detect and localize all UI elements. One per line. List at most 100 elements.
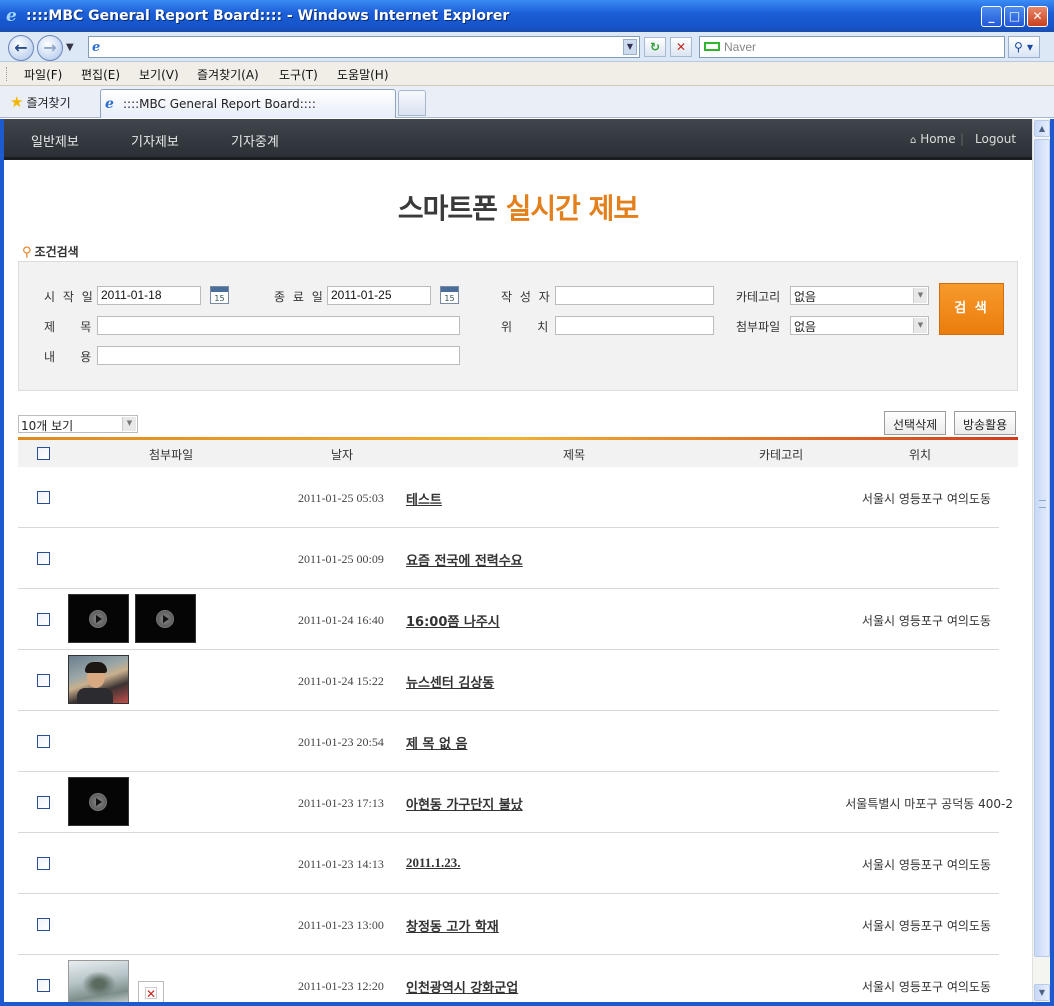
menu-bar: 파일(F) 편집(E) 보기(V) 즐겨찾기(A) 도구(T) 도움말(H) bbox=[0, 62, 1054, 86]
home-label: Home bbox=[920, 132, 956, 146]
header-date: 날자 bbox=[331, 448, 354, 462]
row-title-link[interactable]: 뉴스센터 김상동 bbox=[406, 672, 494, 691]
row-date: 2011-01-23 13:00 bbox=[298, 918, 384, 932]
row-checkbox[interactable] bbox=[37, 674, 50, 687]
content-input[interactable] bbox=[97, 346, 460, 365]
refresh-icon: ↻ bbox=[649, 40, 661, 54]
toolbar-grip bbox=[6, 67, 9, 81]
minimize-button[interactable]: _ bbox=[981, 6, 1002, 27]
broken-image[interactable]: ✕ bbox=[138, 981, 164, 1002]
photo-shirt bbox=[77, 688, 113, 704]
row-checkbox[interactable] bbox=[37, 491, 50, 504]
select-all-checkbox[interactable] bbox=[37, 447, 50, 460]
page-title-main: 스마트폰 bbox=[397, 192, 506, 225]
menu-help[interactable]: 도움말(H) bbox=[337, 66, 389, 83]
start-date-input[interactable]: 2011-01-18 bbox=[97, 286, 201, 305]
close-button[interactable]: ✕ bbox=[1027, 6, 1048, 27]
scroll-thumb[interactable] bbox=[1034, 139, 1050, 957]
row-checkbox[interactable] bbox=[37, 796, 50, 809]
video-thumbnail[interactable] bbox=[68, 777, 129, 826]
end-date-label: 종 료 일 bbox=[274, 290, 325, 304]
delete-selected-button[interactable]: 선택삭제 bbox=[884, 411, 947, 435]
row-title-link[interactable]: 제 목 없 음 bbox=[406, 733, 467, 752]
row-checkbox[interactable] bbox=[37, 918, 50, 931]
row-date: 2011-01-23 12:20 bbox=[298, 979, 384, 993]
tab-current[interactable]: e ::::MBC General Report Board:::: bbox=[100, 89, 396, 118]
menu-edit[interactable]: 편집(E) bbox=[81, 66, 120, 83]
page-icon: e bbox=[92, 40, 101, 55]
table-row: 2011-01-23 17:13 아현동 가구단지 불났 서울특별시 마포구 공… bbox=[18, 772, 1013, 833]
row-title-link[interactable]: 요즘 전국에 전력수요 bbox=[406, 550, 523, 569]
table-row: 2011-01-23 13:00 창정동 고가 학재 서울시 영등포구 여의도동 bbox=[18, 894, 999, 955]
stop-button[interactable]: ✕ bbox=[670, 37, 692, 57]
chevron-down-icon: ▼ bbox=[122, 417, 136, 431]
broadcast-use-button[interactable]: 방송활용 bbox=[954, 411, 1017, 435]
nav-general-report[interactable]: 일반제보 bbox=[31, 131, 79, 150]
row-title-link[interactable]: 아현동 가구단지 불났 bbox=[406, 794, 523, 813]
header-attachment: 첨부파일 bbox=[149, 448, 194, 462]
scroll-down-icon[interactable]: ▼ bbox=[1034, 984, 1050, 1001]
end-calendar-icon[interactable]: 15 bbox=[440, 286, 459, 304]
video-thumbnail[interactable] bbox=[68, 594, 129, 643]
vertical-scrollbar[interactable]: ▲ ▼ bbox=[1032, 119, 1050, 1002]
menu-view[interactable]: 보기(V) bbox=[139, 66, 179, 83]
favorites-button[interactable]: ★ 즐겨찾기 bbox=[10, 93, 71, 111]
list-header: 첨부파일 날자 제목 카테고리 위치 bbox=[18, 437, 1018, 467]
row-title-link[interactable]: 2011.1.23. bbox=[406, 855, 461, 871]
header-title: 제목 bbox=[563, 448, 586, 462]
nav-logout-link[interactable]: Logout bbox=[975, 132, 1016, 146]
category-select[interactable]: 없음 ▼ bbox=[790, 286, 929, 305]
menu-tools[interactable]: 도구(T) bbox=[279, 66, 318, 83]
forward-arrow-icon: → bbox=[43, 38, 57, 57]
nav-reporter-relay[interactable]: 기자중계 bbox=[231, 131, 279, 150]
start-calendar-icon[interactable]: 15 bbox=[210, 286, 229, 304]
row-date: 2011-01-23 14:13 bbox=[298, 857, 384, 871]
row-title-link[interactable]: 테스트 bbox=[406, 489, 442, 508]
page-size-select[interactable]: 10개 보기 ▼ bbox=[18, 415, 138, 433]
nav-reporter-report[interactable]: 기자제보 bbox=[131, 131, 179, 150]
row-location: 서울시 영등포구 여의도동 bbox=[861, 980, 991, 994]
menu-file[interactable]: 파일(F) bbox=[24, 66, 62, 83]
page-size-selected: 10개 보기 bbox=[21, 419, 74, 433]
header-category: 카테고리 bbox=[759, 448, 804, 462]
photo-thumbnail[interactable] bbox=[68, 655, 129, 704]
chevron-down-icon: ▼ bbox=[913, 288, 927, 303]
refresh-button[interactable]: ↻ bbox=[644, 37, 666, 57]
search-icon: ⚲ ▾ bbox=[1014, 40, 1033, 54]
maximize-button[interactable]: □ bbox=[1004, 6, 1025, 27]
video-thumbnail[interactable] bbox=[135, 594, 196, 643]
photo-thumbnail[interactable] bbox=[68, 960, 129, 1002]
row-checkbox[interactable] bbox=[37, 979, 50, 992]
row-title-link[interactable]: 16:00쯤 나주시 bbox=[406, 611, 500, 630]
forward-button[interactable]: → bbox=[37, 35, 63, 61]
row-checkbox[interactable] bbox=[37, 613, 50, 626]
search-button[interactable]: 검 색 bbox=[939, 283, 1004, 335]
new-tab-button[interactable] bbox=[398, 90, 426, 116]
row-title-link[interactable]: 창정동 고가 학재 bbox=[406, 916, 499, 935]
nav-home-link[interactable]: ⌂ Home bbox=[910, 132, 956, 146]
star-icon: ★ bbox=[10, 93, 24, 111]
end-date-input[interactable]: 2011-01-25 bbox=[327, 286, 431, 305]
menu-favorites[interactable]: 즐겨찾기(A) bbox=[197, 66, 259, 83]
location-label: 위 치 bbox=[501, 320, 551, 334]
scroll-up-icon[interactable]: ▲ bbox=[1034, 120, 1050, 137]
location-input[interactable] bbox=[555, 316, 714, 335]
row-checkbox[interactable] bbox=[37, 735, 50, 748]
author-input[interactable] bbox=[555, 286, 714, 305]
row-checkbox[interactable] bbox=[37, 857, 50, 870]
history-dropdown-icon[interactable]: ▼ bbox=[66, 42, 74, 53]
search-input[interactable]: Naver bbox=[699, 36, 1005, 58]
page-title-accent: 실시간 제보 bbox=[505, 192, 640, 225]
table-row: 2011-01-23 14:13 2011.1.23. 서울시 영등포구 여의도… bbox=[18, 833, 999, 894]
address-dropdown-icon[interactable]: ▼ bbox=[623, 39, 637, 55]
back-button[interactable]: ← bbox=[8, 35, 34, 61]
subject-input[interactable] bbox=[97, 316, 460, 335]
search-go-button[interactable]: ⚲ ▾ bbox=[1008, 36, 1040, 58]
row-checkbox[interactable] bbox=[37, 552, 50, 565]
attachment-select[interactable]: 없음 ▼ bbox=[790, 316, 929, 335]
address-input[interactable]: e ▼ bbox=[88, 36, 640, 58]
naver-icon bbox=[704, 42, 720, 51]
table-row: 2011-01-24 16:40 16:00쯤 나주시 서울시 영등포구 여의도… bbox=[18, 589, 999, 650]
row-location: 서울시 영등포구 여의도동 bbox=[861, 858, 991, 872]
row-title-link[interactable]: 인천광역시 강화군업 bbox=[406, 977, 518, 996]
